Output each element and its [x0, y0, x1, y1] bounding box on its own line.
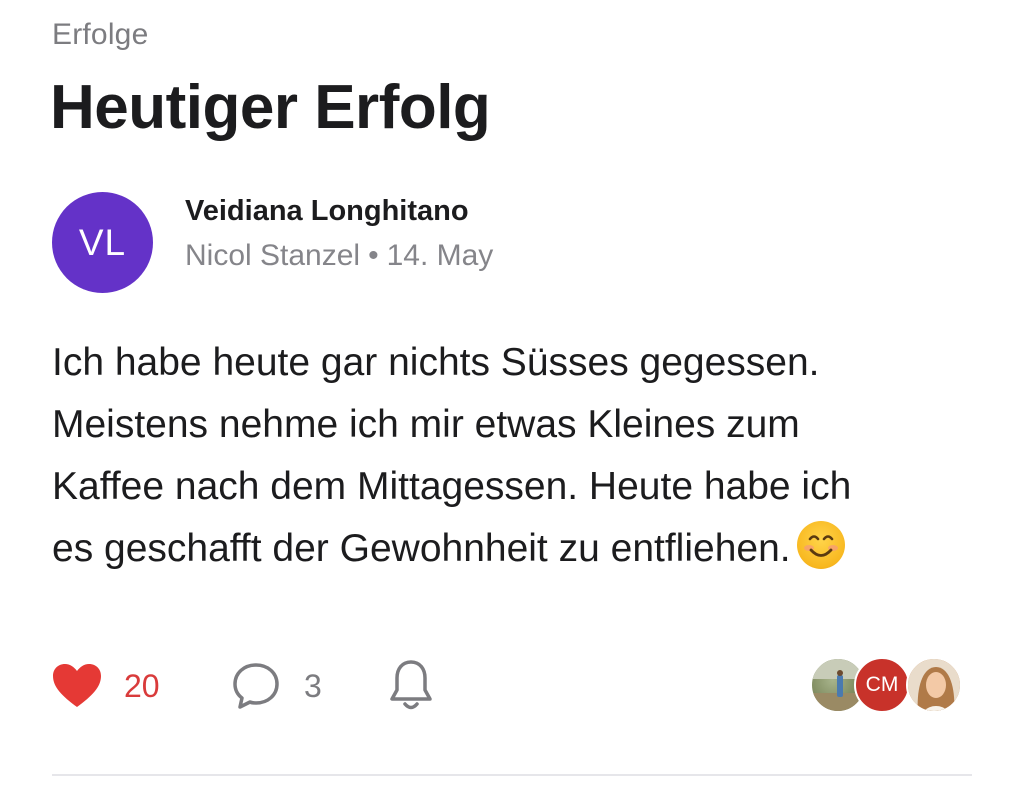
post-detail-page: Erfolge Heutiger Erfolg VL Veidiana Long… — [0, 0, 1024, 785]
coach-name: Nicol Stanzel — [185, 239, 361, 272]
post-body: Ich habe heute gar nichts Süsses gegesse… — [52, 332, 982, 580]
notification-bell-button[interactable] — [386, 655, 436, 717]
like-count: 20 — [124, 667, 160, 704]
smiling-face-emoji-icon — [796, 521, 845, 569]
author-meta: Nicol Stanzel • 14. May — [185, 239, 493, 273]
post-body-line: Ich habe heute gar nichts Süsses gegesse… — [52, 341, 820, 384]
author-avatar[interactable]: VL — [52, 192, 153, 293]
post-body-line: Kaffee nach dem Mittagessen. Heute habe … — [52, 465, 852, 508]
heart-icon — [53, 664, 101, 707]
post-date: 14. May — [386, 239, 494, 272]
participant-avatar: CM — [854, 657, 910, 713]
post-title: Heutiger Erfolg — [50, 73, 491, 142]
participant-avatar — [906, 657, 962, 713]
participant-initials: CM — [865, 673, 899, 696]
author-initials: VL — [78, 221, 127, 263]
post-body-line: es geschafft der Gewohnheit zu entfliehe… — [52, 527, 791, 570]
post-body-line-last: es geschafft der Gewohnheit zu entfliehe… — [52, 518, 982, 580]
author-name[interactable]: Veidiana Longhitano — [185, 195, 469, 228]
like-button[interactable]: 20 — [52, 655, 160, 717]
comment-button[interactable]: 3 — [230, 655, 322, 717]
section-label[interactable]: Erfolge — [52, 18, 148, 52]
bell-icon — [390, 660, 432, 710]
meta-separator: • — [368, 239, 379, 272]
participants-stack[interactable]: CM — [802, 655, 972, 717]
comment-bubble-icon — [233, 663, 279, 709]
divider — [52, 774, 972, 776]
post-actions: 20 3 CM — [52, 655, 972, 717]
post-body-line: Meistens nehme ich mir etwas Kleines zum — [52, 403, 800, 446]
comment-count: 3 — [304, 667, 322, 704]
